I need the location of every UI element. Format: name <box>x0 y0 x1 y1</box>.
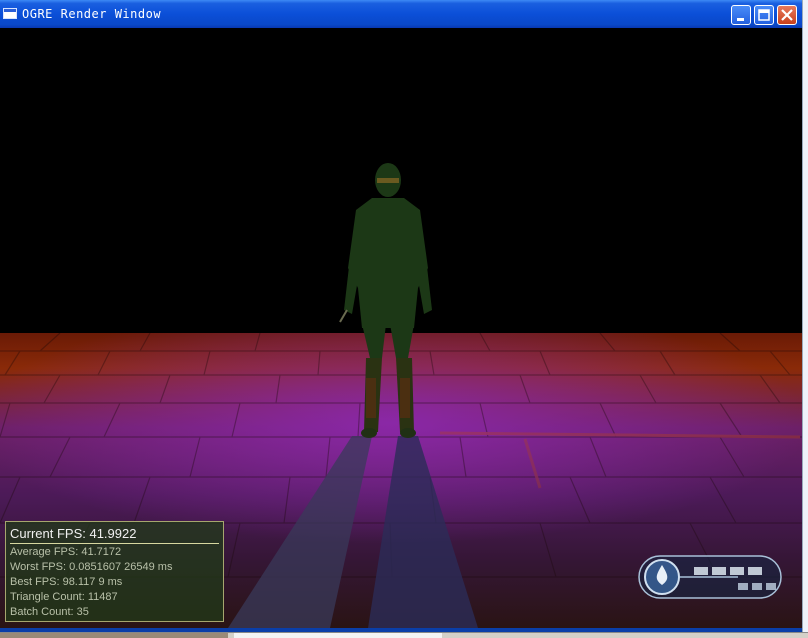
ogre-render-window: OGRE Render Window Current FPS: 41.9922 … <box>0 0 804 632</box>
minimize-button[interactable] <box>731 5 751 25</box>
maximize-button[interactable] <box>754 5 774 25</box>
batch-count: Batch Count: 35 <box>10 606 89 618</box>
background-panel <box>234 633 442 638</box>
average-fps: Average FPS: 41.7172 <box>10 546 122 558</box>
studio-logo <box>638 555 782 599</box>
taskbar-edge <box>0 632 808 638</box>
minimize-icon <box>737 18 744 21</box>
title-bar[interactable]: OGRE Render Window <box>0 0 802 28</box>
window-app-icon[interactable] <box>3 8 17 19</box>
worst-fps: Worst FPS: 0.0851607 26549 ms <box>10 561 173 573</box>
fps-stats-overlay: Current FPS: 41.9922 Average FPS: 41.717… <box>5 521 224 622</box>
close-button[interactable] <box>777 5 797 25</box>
best-fps: Best FPS: 98.117 9 ms <box>10 576 123 588</box>
stats-divider <box>10 543 219 544</box>
close-icon <box>781 9 793 21</box>
background-window-edge <box>802 0 808 637</box>
current-fps: Current FPS: 41.9922 <box>10 526 137 541</box>
triangle-count: Triangle Count: 11487 <box>10 591 118 603</box>
window-title: OGRE Render Window <box>22 7 162 21</box>
background-thumbnail <box>0 633 228 638</box>
maximize-icon <box>758 9 770 21</box>
render-viewport[interactable]: Current FPS: 41.9922 Average FPS: 41.717… <box>0 28 802 628</box>
